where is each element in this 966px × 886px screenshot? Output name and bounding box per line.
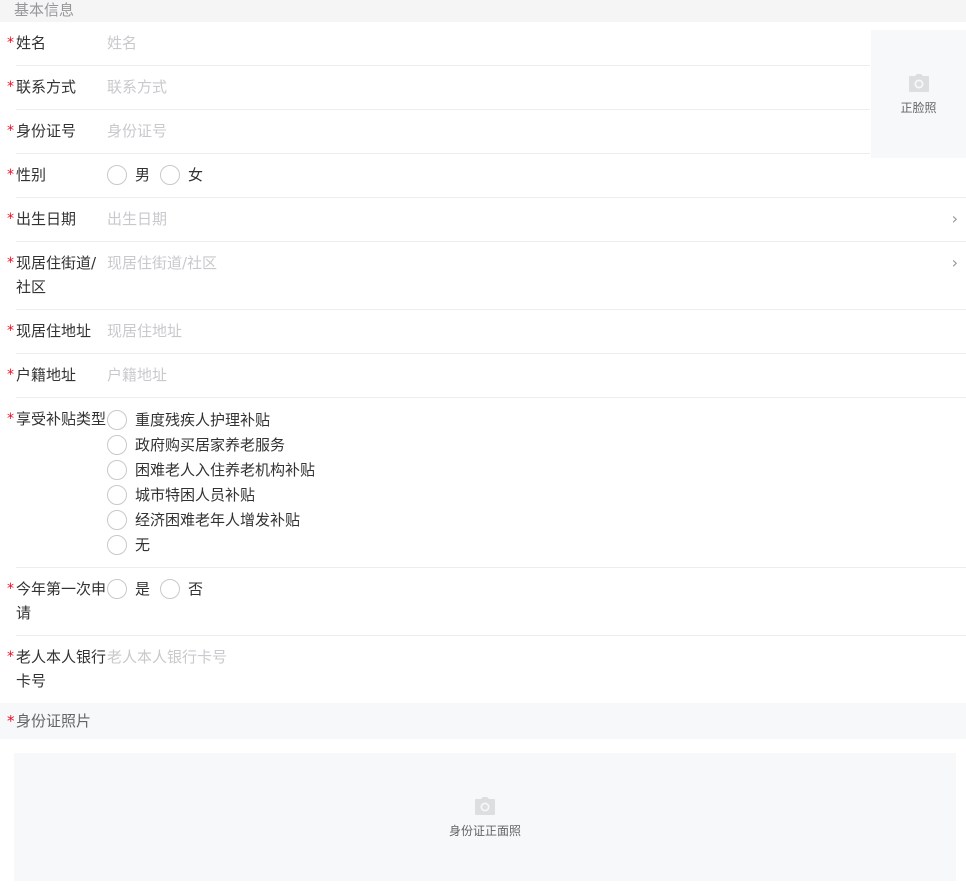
- radio-label: 困难老人入住养老机构补贴: [135, 460, 316, 479]
- chevron-right-icon: ›: [951, 253, 958, 272]
- gender-radio-female[interactable]: 女: [160, 163, 203, 187]
- camera-icon: [475, 796, 495, 815]
- contact-input[interactable]: 联系方式: [107, 75, 860, 99]
- radio-circle: [107, 409, 127, 430]
- field-name-label: 姓名: [16, 34, 47, 52]
- required-mark: *: [7, 167, 14, 183]
- radio-label: 男: [135, 166, 151, 184]
- field-subsidy-type-label: 享受补贴类型: [16, 410, 107, 428]
- field-bank-card: * 老人本人银行卡号 老人本人银行卡号: [7, 636, 966, 703]
- birth-date-picker[interactable]: 出生日期: [107, 207, 956, 231]
- radio-label: 重度残疾人护理补贴: [135, 410, 271, 429]
- required-mark: *: [7, 411, 14, 427]
- subsidy-radio-option[interactable]: 政府购买居家养老服务: [107, 432, 956, 457]
- subsidy-radio-option[interactable]: 重度残疾人护理补贴: [107, 407, 956, 432]
- required-mark: *: [7, 35, 14, 51]
- field-subsidy-type: * 享受补贴类型 重度残疾人护理补贴 政府购买居家养老服务 困难老人入住养老机构…: [7, 398, 966, 568]
- radio-label: 城市特困人员补贴: [135, 485, 256, 504]
- radio-label: 经济困难老年人增发补贴: [135, 510, 301, 529]
- field-name: * 姓名 姓名: [7, 22, 870, 66]
- radio-label: 否: [188, 580, 204, 598]
- radio-circle: [107, 579, 127, 599]
- basic-info-top: 正脸照 * 姓名 姓名 * 联系方式 联系方式 * 身份证号 身份证号: [0, 22, 966, 158]
- required-mark: *: [7, 211, 14, 227]
- required-mark: *: [7, 323, 14, 339]
- radio-label: 女: [188, 166, 204, 184]
- section-id-photo-title: 身份证照片: [16, 712, 92, 730]
- required-mark: *: [7, 255, 14, 271]
- subsidy-radio-option[interactable]: 城市特困人员补贴: [107, 482, 956, 507]
- field-gender-label: 性别: [16, 166, 47, 184]
- field-contact: * 联系方式 联系方式: [7, 66, 870, 110]
- name-input[interactable]: 姓名: [107, 31, 860, 55]
- required-mark: *: [7, 367, 14, 383]
- field-street[interactable]: * 现居住街道/社区 现居住街道/社区 ›: [7, 242, 966, 310]
- camera-icon: [908, 73, 929, 92]
- radio-label: 政府购买居家养老服务: [135, 435, 286, 454]
- id-front-caption: 身份证正面照: [448, 823, 521, 838]
- id-front-upload[interactable]: 身份证正面照: [14, 753, 956, 881]
- required-mark: *: [7, 581, 14, 597]
- required-mark: *: [7, 79, 14, 95]
- radio-circle: [160, 579, 181, 599]
- first-apply-radio-yes[interactable]: 是: [107, 577, 150, 601]
- field-street-label: 现居住街道/社区: [16, 254, 97, 296]
- field-address: * 现居住地址 现居住地址: [7, 310, 966, 354]
- bank-card-input[interactable]: 老人本人银行卡号: [107, 645, 956, 669]
- subsidy-radio-option[interactable]: 无: [107, 532, 956, 557]
- radio-circle: [107, 165, 127, 185]
- field-birth-date-label: 出生日期: [16, 210, 77, 228]
- radio-circle: [107, 484, 127, 505]
- street-picker[interactable]: 现居住街道/社区: [107, 251, 956, 275]
- section-basic-info: 基本信息: [0, 0, 966, 22]
- radio-circle: [107, 434, 127, 455]
- subsidy-radio-group: 重度残疾人护理补贴 政府购买居家养老服务 困难老人入住养老机构补贴 城市特困人员…: [107, 407, 956, 557]
- radio-circle: [107, 509, 127, 530]
- first-apply-radio-group: 是 否: [107, 577, 956, 601]
- field-birth-date[interactable]: * 出生日期 出生日期 ›: [7, 198, 966, 242]
- radio-circle: [160, 165, 181, 185]
- radio-circle: [107, 534, 127, 555]
- household-address-input[interactable]: 户籍地址: [107, 363, 956, 387]
- face-photo-caption: 正脸照: [900, 100, 937, 115]
- field-bank-card-label: 老人本人银行卡号: [16, 648, 107, 690]
- field-household-address: * 户籍地址 户籍地址: [7, 354, 966, 398]
- field-address-label: 现居住地址: [16, 322, 92, 340]
- face-photo-upload[interactable]: 正脸照: [871, 30, 966, 158]
- id-number-input[interactable]: 身份证号: [107, 119, 860, 143]
- address-input[interactable]: 现居住地址: [107, 319, 956, 343]
- chevron-right-icon: ›: [951, 209, 958, 228]
- first-apply-radio-no[interactable]: 否: [160, 577, 203, 601]
- field-first-apply: * 今年第一次申请 是 否: [7, 568, 966, 636]
- field-id-number: * 身份证号 身份证号: [7, 110, 870, 154]
- gender-radio-male[interactable]: 男: [107, 163, 150, 187]
- radio-circle: [107, 459, 127, 480]
- required-mark: *: [7, 123, 14, 139]
- section-id-photo: * 身份证照片: [0, 703, 966, 739]
- gender-radio-group: 男 女: [107, 163, 956, 187]
- field-first-apply-label: 今年第一次申请: [16, 580, 107, 622]
- subsidy-radio-option[interactable]: 经济困难老年人增发补贴: [107, 507, 956, 532]
- field-id-number-label: 身份证号: [16, 122, 77, 140]
- radio-label: 是: [135, 580, 151, 598]
- field-gender: * 性别 男 女: [7, 154, 966, 198]
- subsidy-radio-option[interactable]: 困难老人入住养老机构补贴: [107, 457, 956, 482]
- radio-label: 无: [135, 535, 151, 554]
- required-mark: *: [7, 649, 14, 665]
- field-contact-label: 联系方式: [16, 78, 77, 96]
- required-mark: *: [7, 712, 15, 730]
- field-household-address-label: 户籍地址: [16, 366, 77, 384]
